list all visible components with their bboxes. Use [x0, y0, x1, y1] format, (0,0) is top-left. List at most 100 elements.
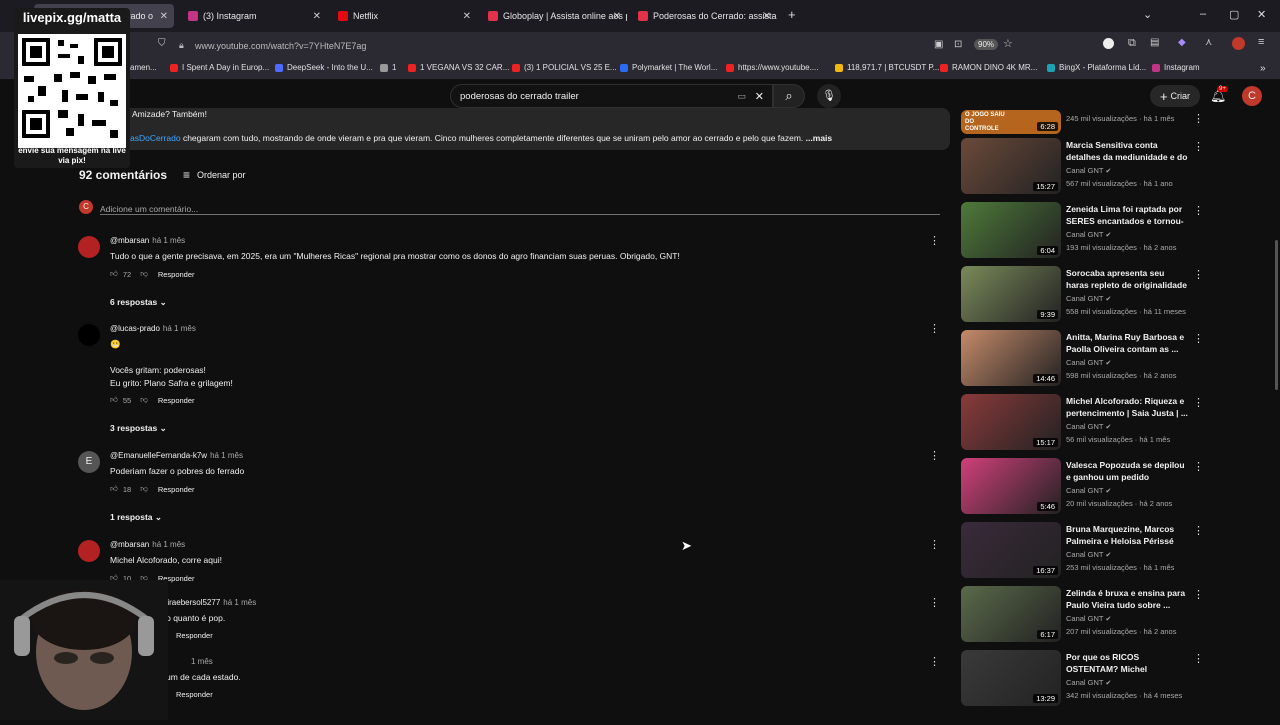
menu-hamburger-icon[interactable]: ≡: [1258, 36, 1264, 48]
close-tab-icon[interactable]: ✕: [763, 11, 771, 22]
scrollbar[interactable]: [1275, 240, 1278, 390]
video-menu-icon[interactable]: ⋮: [1193, 332, 1204, 345]
tab-globoplay[interactable]: Globoplay | Assista online aos p ✕: [482, 4, 627, 28]
video-menu-icon[interactable]: ⋮: [1193, 140, 1204, 153]
video-title[interactable]: Valesca Popozuda se depilou e ganhou um …: [1066, 459, 1188, 483]
search-input[interactable]: poderosas do cerrado trailer ▭ ✕: [450, 84, 773, 108]
bookmarks-overflow-icon[interactable]: »: [1260, 63, 1266, 74]
reply-button[interactable]: Responder: [176, 690, 213, 699]
video-thumbnail[interactable]: 13:29: [961, 650, 1061, 706]
reply-button[interactable]: Responder: [158, 485, 195, 494]
bookmark-item[interactable]: amen...: [130, 63, 157, 72]
add-comment-input[interactable]: Adicione um comentário...: [100, 199, 940, 215]
related-video-item[interactable]: 14:46 Anitta, Marina Ruy Barbosa e Paolla…: [961, 330, 1204, 390]
video-title[interactable]: Por que os RICOS OSTENTAM? Michel Alcofo…: [1066, 651, 1188, 675]
channel-name[interactable]: Canal GNT ✔: [1066, 550, 1111, 559]
bookmark-item[interactable]: https://www.youtube....: [726, 63, 818, 72]
close-tab-icon[interactable]: ✕: [313, 11, 321, 22]
video-thumbnail[interactable]: 14:46: [961, 330, 1061, 386]
clear-search-icon[interactable]: ✕: [755, 90, 764, 103]
bookmark-star-icon[interactable]: ☆: [1003, 37, 1013, 50]
close-tab-icon[interactable]: ✕: [613, 11, 621, 22]
sort-button[interactable]: ≡ Ordenar por: [183, 168, 246, 182]
avatar[interactable]: [78, 324, 100, 346]
close-tab-icon[interactable]: ✕: [160, 11, 168, 22]
related-video-item[interactable]: 13:29 Por que os RICOS OSTENTAM? Michel A…: [961, 650, 1204, 710]
video-title[interactable]: Sorocaba apresenta seu haras repleto de …: [1066, 267, 1188, 291]
comment-menu-icon[interactable]: ⋮: [929, 596, 940, 609]
bookmark-item[interactable]: (3) 1 POLICIAL VS 25 E...: [512, 63, 617, 72]
account-avatar[interactable]: C: [1242, 86, 1262, 106]
video-title[interactable]: Michel Alcoforado: Riqueza e pertencimen…: [1066, 395, 1188, 419]
bookmark-item[interactable]: Polymarket | The Worl...: [620, 63, 717, 72]
video-thumbnail[interactable]: 6:04: [961, 202, 1061, 258]
bookmark-item[interactable]: RAMON DINO 4K MR...: [940, 63, 1037, 72]
channel-name[interactable]: Canal GNT ✔: [1066, 294, 1111, 303]
voice-search-button[interactable]: 🎙︎: [817, 84, 841, 108]
view-replies-button[interactable]: 6 respostas ⌄: [110, 297, 167, 308]
tab-poderosas-globoplay[interactable]: Poderosas do Cerrado: assista a ✕: [632, 4, 777, 28]
related-video-item[interactable]: 9:39 Sorocaba apresenta seu haras repleto…: [961, 266, 1204, 326]
video-thumbnail[interactable]: O JOGO SAIU DO CONTROLE 6:28: [961, 110, 1061, 134]
video-menu-icon[interactable]: ⋮: [1193, 524, 1204, 537]
channel-name[interactable]: Canal GNT ✔: [1066, 486, 1111, 495]
comment-author[interactable]: @lucas-prado há 1 mês: [110, 324, 196, 333]
video-title[interactable]: Zelinda é bruxa e ensina para Paulo Viei…: [1066, 587, 1188, 611]
bookmark-folder[interactable]: 1: [380, 63, 396, 72]
extensions-puzzle-icon[interactable]: ⧉: [1128, 37, 1136, 50]
comment-menu-icon[interactable]: ⋮: [929, 322, 940, 335]
reply-button[interactable]: Responder: [176, 631, 213, 640]
dislike-icon[interactable]: 👎︎: [140, 395, 148, 405]
comment-author[interactable]: @mbarsan há 1 mês: [110, 236, 185, 245]
comment-menu-icon[interactable]: ⋮: [929, 655, 940, 668]
channel-name[interactable]: Canal GNT ✔: [1066, 230, 1111, 239]
comment-author[interactable]: 1 mês: [188, 657, 213, 666]
video-thumbnail[interactable]: 9:39: [961, 266, 1061, 322]
like-icon[interactable]: 👍︎: [110, 395, 118, 405]
like-icon[interactable]: 👍︎: [110, 269, 118, 279]
tab-instagram[interactable]: (3) Instagram ✕: [182, 4, 327, 28]
video-title[interactable]: Anitta, Marina Ruy Barbosa e Paolla Oliv…: [1066, 331, 1188, 355]
related-video-item[interactable]: 5:46 Valesca Popozuda se depilou e ganhou…: [961, 458, 1204, 518]
hashtag-link[interactable]: asDoCerrado: [130, 133, 181, 143]
video-thumbnail[interactable]: 6:17: [961, 586, 1061, 642]
bookmark-item[interactable]: Instagram: [1152, 63, 1200, 72]
extension-badge-icon[interactable]: ▤: [1150, 37, 1159, 48]
video-title[interactable]: Bruna Marquezine, Marcos Palmeira e Helo…: [1066, 523, 1188, 547]
close-tab-icon[interactable]: ✕: [463, 11, 471, 22]
comment-menu-icon[interactable]: ⋮: [929, 449, 940, 462]
create-button[interactable]: + Criar: [1150, 85, 1200, 107]
bookmark-item[interactable]: DeepSeek - Into the U...: [275, 63, 373, 72]
channel-name[interactable]: Canal GNT ✔: [1066, 614, 1111, 623]
comment-author[interactable]: @mbarsan há 1 mês: [110, 540, 185, 549]
shield-icon[interactable]: ⛉: [158, 38, 166, 49]
bookmark-item[interactable]: BingX - Plataforma Líd...: [1047, 63, 1146, 72]
keyboard-icon[interactable]: ▭: [737, 91, 746, 102]
translate-icon[interactable]: ⋏: [1205, 37, 1212, 48]
reply-button[interactable]: Responder: [158, 396, 195, 405]
dislike-icon[interactable]: 👎︎: [140, 484, 148, 494]
view-replies-button[interactable]: 3 respostas ⌄: [110, 423, 167, 434]
zoom-level[interactable]: 90%: [974, 39, 999, 50]
channel-name[interactable]: Canal GNT ✔: [1066, 166, 1111, 175]
video-title[interactable]: Marcia Sensitiva conta detalhes da mediu…: [1066, 139, 1188, 163]
maximize-icon[interactable]: ▢: [1229, 8, 1239, 21]
reply-button[interactable]: Responder: [158, 270, 195, 279]
address-bar[interactable]: 🔒︎ www.youtube.com/watch?v=7YHteN7E7ag: [175, 36, 1020, 55]
bookmark-item[interactable]: I Spent A Day in Europ...: [170, 63, 269, 72]
video-menu-icon[interactable]: ⋮: [1193, 268, 1204, 281]
video-thumbnail[interactable]: 16:37: [961, 522, 1061, 578]
extension-icon[interactable]: [1103, 38, 1114, 49]
reader-view-icon[interactable]: ▣: [934, 39, 943, 50]
view-replies-button[interactable]: 1 resposta ⌄: [110, 512, 162, 523]
search-button[interactable]: ⌕: [773, 84, 805, 108]
video-title[interactable]: Zeneida Lima foi raptada por SERES encan…: [1066, 203, 1188, 227]
avatar[interactable]: [78, 540, 100, 562]
video-description[interactable]: Amizade? Também! asDoCerrado chegaram co…: [80, 108, 950, 150]
video-menu-icon[interactable]: ⋮: [1193, 204, 1204, 217]
comment-menu-icon[interactable]: ⋮: [929, 538, 940, 551]
close-window-icon[interactable]: ✕: [1257, 8, 1266, 21]
bookmark-item[interactable]: 1 VEGANA VS 32 CAR...: [408, 63, 509, 72]
screenshot-icon[interactable]: ⊡: [954, 39, 962, 50]
channel-name[interactable]: Canal GNT ✔: [1066, 422, 1111, 431]
